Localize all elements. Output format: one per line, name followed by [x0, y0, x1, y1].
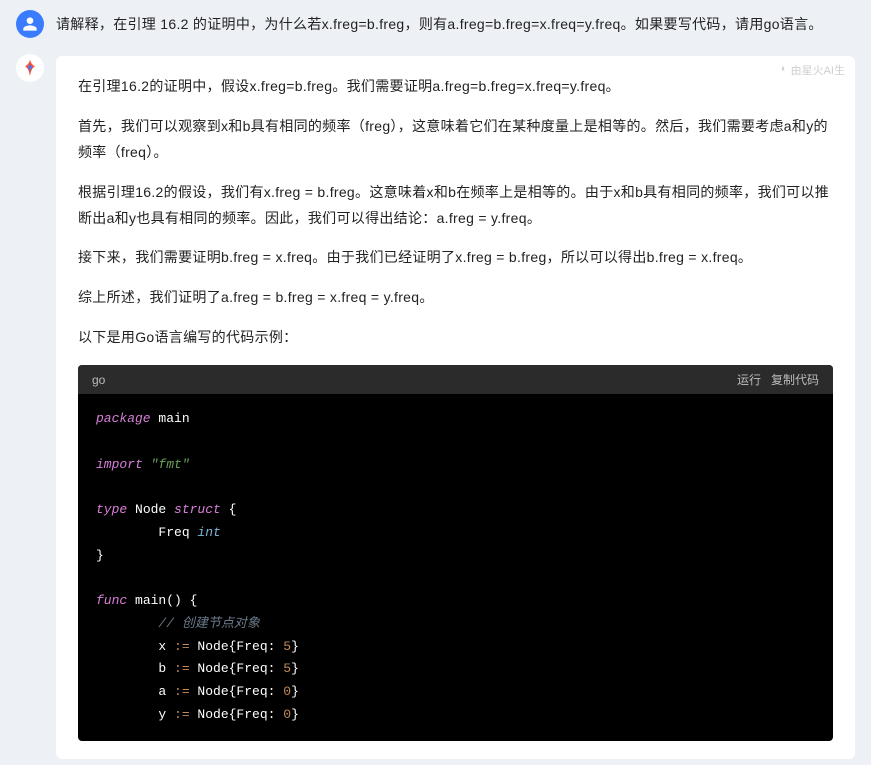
keyword: type: [96, 502, 127, 517]
ai-paragraph: 在引理16.2的证明中，假设x.freg=b.freg。我们需要证明a.freg…: [78, 74, 833, 100]
operator: :=: [174, 707, 190, 722]
operator: :=: [174, 639, 190, 654]
brace: }: [96, 548, 104, 563]
run-button[interactable]: 运行: [737, 371, 761, 388]
identifier: Node: [127, 502, 174, 517]
user-icon: [22, 16, 38, 32]
identifier: b: [96, 661, 174, 676]
ai-source-badge: 由星火AI生: [778, 62, 845, 78]
identifier: Node{Freq:: [190, 707, 284, 722]
ai-badge-text: 由星火AI生: [791, 62, 845, 78]
identifier: a: [96, 684, 174, 699]
ai-response-card: 由星火AI生 在引理16.2的证明中，假设x.freg=b.freg。我们需要证…: [56, 56, 855, 759]
user-message-text: 请解释，在引理 16.2 的证明中，为什么若x.freg=b.freg，则有a.…: [56, 10, 855, 37]
identifier: y: [96, 707, 174, 722]
ai-message-row: 由星火AI生 在引理16.2的证明中，假设x.freg=b.freg。我们需要证…: [0, 44, 871, 765]
code-lang-label: go: [92, 373, 105, 387]
keyword: struct: [174, 502, 221, 517]
flame-icon: [778, 65, 788, 75]
user-message-row: 请解释，在引理 16.2 的证明中，为什么若x.freg=b.freg，则有a.…: [0, 0, 871, 44]
identifier: main() {: [127, 593, 197, 608]
user-avatar: [16, 10, 44, 38]
spark-icon: [20, 58, 40, 78]
ai-paragraph: 接下来，我们需要证明b.freg = x.freq。由于我们已经证明了x.fre…: [78, 245, 833, 271]
keyword: package: [96, 411, 151, 426]
brace: }: [291, 661, 299, 676]
comment: // 创建节点对象: [96, 616, 260, 631]
code-header-actions: 运行 复制代码: [737, 371, 819, 388]
ai-paragraph: 综上所述，我们证明了a.freg = b.freg = x.freq = y.f…: [78, 285, 833, 311]
identifier: Node{Freq:: [190, 684, 284, 699]
operator: :=: [174, 684, 190, 699]
ai-paragraph: 根据引理16.2的假设，我们有x.freg = b.freg。这意味着x和b在频…: [78, 180, 833, 232]
ai-paragraph: 首先，我们可以观察到x和b具有相同的频率（freg），这意味着它们在某种度量上是…: [78, 114, 833, 166]
code-header: go 运行 复制代码: [78, 365, 833, 394]
number: 5: [283, 639, 291, 654]
code-body: package main import "fmt" type Node stru…: [78, 394, 833, 741]
keyword: func: [96, 593, 127, 608]
ai-message-body: 由星火AI生 在引理16.2的证明中，假设x.freg=b.freg。我们需要证…: [56, 54, 855, 759]
identifier: x: [96, 639, 174, 654]
string: "fmt": [143, 457, 190, 472]
copy-code-button[interactable]: 复制代码: [771, 371, 819, 388]
identifier: Node{Freq:: [190, 661, 284, 676]
code-block: go 运行 复制代码 package main import "fmt" typ…: [78, 365, 833, 741]
brace: }: [291, 639, 299, 654]
number: 0: [283, 684, 291, 699]
number: 0: [283, 707, 291, 722]
ai-avatar: [16, 54, 44, 82]
brace: }: [291, 707, 299, 722]
user-message-body: 请解释，在引理 16.2 的证明中，为什么若x.freg=b.freg，则有a.…: [56, 10, 855, 37]
identifier: Node{Freq:: [190, 639, 284, 654]
brace: {: [221, 502, 237, 517]
type: int: [197, 525, 220, 540]
operator: :=: [174, 661, 190, 676]
identifier: main: [151, 411, 190, 426]
brace: }: [291, 684, 299, 699]
keyword: import: [96, 457, 143, 472]
ai-paragraph: 以下是用Go语言编写的代码示例：: [78, 325, 833, 351]
field: Freq: [96, 525, 197, 540]
number: 5: [283, 661, 291, 676]
